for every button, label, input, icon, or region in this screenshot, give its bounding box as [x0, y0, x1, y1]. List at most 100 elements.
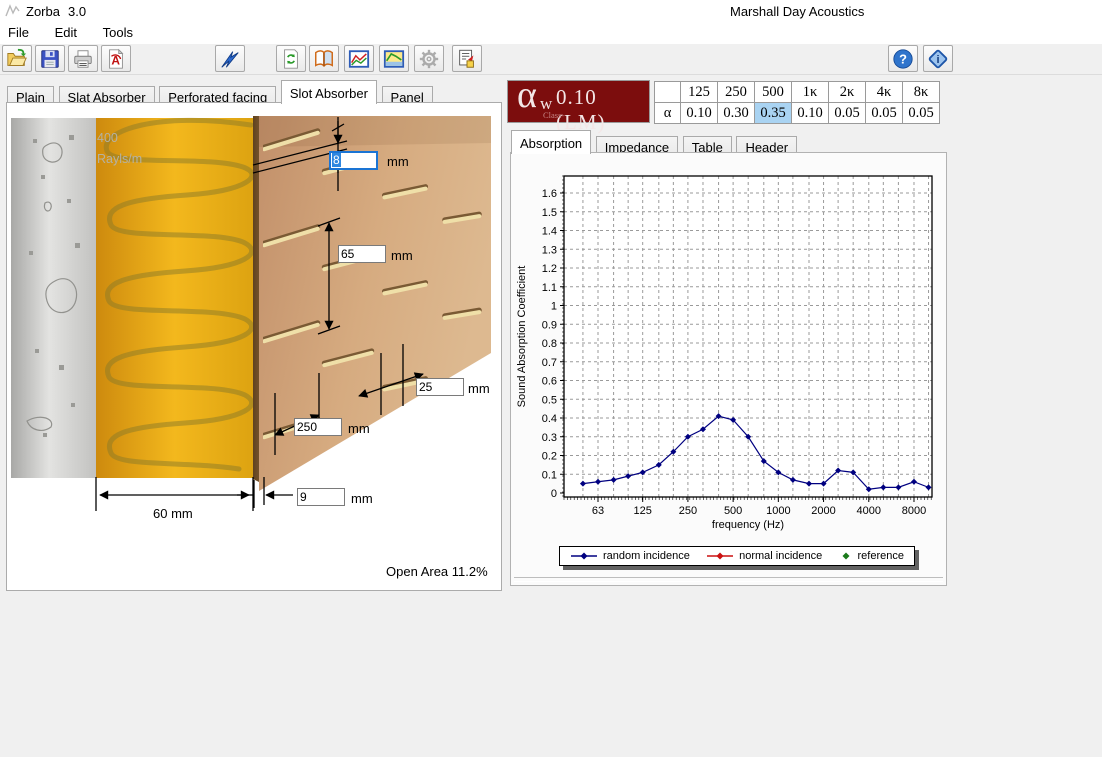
copy-report-button[interactable]	[452, 45, 482, 72]
svg-text:1.5: 1.5	[542, 207, 557, 219]
chart-view-button[interactable]	[379, 45, 409, 72]
print-icon	[72, 48, 94, 70]
title-bar: Zorba 3.0 Marshall Day Acoustics	[0, 0, 1102, 22]
menu-tools[interactable]: Tools	[92, 22, 144, 44]
svg-text:0.7: 0.7	[542, 357, 557, 369]
svg-text:frequency (Hz): frequency (Hz)	[712, 519, 784, 531]
open-area-label: Open Area 11.2%	[386, 564, 488, 579]
about-button[interactable]: i	[923, 45, 953, 72]
open-button[interactable]	[2, 45, 32, 72]
slot-col-spacing-unit: mm	[348, 421, 370, 436]
panel-groove	[514, 577, 943, 582]
gear-icon	[418, 48, 440, 70]
book-icon	[313, 48, 335, 70]
help-button[interactable]: ?	[888, 45, 918, 72]
window-version: 3.0	[68, 4, 86, 19]
toolbar: A	[0, 44, 1102, 75]
panel-thickness-input[interactable]: 9	[297, 488, 345, 506]
construction-diagram-panel: 400 Rayls/m 8 mm 65 mm 25 mm 250 mm 9 mm…	[6, 102, 502, 591]
chart-legend: random incidence normal incidence referenc…	[559, 546, 915, 566]
svg-text:250: 250	[679, 505, 697, 517]
chart-area-icon	[383, 48, 405, 70]
svg-text:1.6: 1.6	[542, 188, 557, 200]
svg-text:?: ?	[899, 51, 907, 66]
class-label: Class-	[543, 110, 564, 120]
settings-button[interactable]	[414, 45, 444, 72]
info-diamond-icon: i	[927, 48, 949, 70]
absorber-layer	[96, 118, 253, 478]
svg-text:63: 63	[592, 505, 604, 517]
svg-text:2000: 2000	[811, 505, 835, 517]
absorption-chart: 00.10.20.30.40.50.60.70.80.911.11.21.31.…	[511, 153, 946, 585]
pdf-icon: A	[105, 48, 127, 70]
alpha-w-value: 0.10 (LM)	[556, 85, 649, 135]
svg-text:0.3: 0.3	[542, 432, 557, 444]
svg-text:0.9: 0.9	[542, 319, 557, 331]
svg-text:125: 125	[634, 505, 652, 517]
menu-edit[interactable]: Edit	[44, 22, 88, 44]
slot-width-unit: mm	[387, 154, 409, 169]
svg-text:500: 500	[724, 505, 742, 517]
app-icon	[5, 4, 20, 21]
zorba-window: Zorba 3.0 Marshall Day Acoustics File Ed…	[0, 0, 1102, 774]
refresh-button[interactable]	[276, 45, 306, 72]
slot-length-input[interactable]: 25	[416, 378, 464, 396]
svg-text:0.8: 0.8	[542, 338, 557, 350]
svg-text:1.1: 1.1	[542, 282, 557, 294]
slot-length-unit: mm	[468, 381, 490, 396]
svg-text:i: i	[936, 54, 939, 66]
chart-lines-icon	[348, 48, 370, 70]
help-icon: ?	[892, 48, 914, 70]
frequency-header-row: 125 250 500 1κ 2κ 4κ 8κ	[655, 82, 940, 103]
flow-resistivity-label: 400 Rayls/m	[97, 128, 142, 170]
legend-item-2: reference	[839, 550, 904, 562]
bottom-strip	[0, 757, 1102, 774]
slot-width-input[interactable]: 8	[329, 151, 378, 170]
save-icon	[39, 48, 61, 70]
alpha-values-row: α 0.10 0.30 0.35 0.10 0.05 0.05 0.05	[655, 103, 940, 124]
svg-text:0: 0	[551, 488, 557, 500]
svg-text:1.3: 1.3	[542, 244, 557, 256]
copy-report-icon	[456, 48, 478, 70]
company-name: Marshall Day Acoustics	[730, 4, 864, 19]
svg-text:1: 1	[551, 301, 557, 313]
panel-thickness-unit: mm	[351, 491, 373, 506]
slot-absorber-diagram	[7, 103, 501, 590]
coefficient-table: 125 250 500 1κ 2κ 4κ 8κ α 0.10 0.30 0.35…	[654, 81, 940, 124]
legend-item-0: random incidence	[570, 550, 690, 562]
legend-label: reference	[858, 550, 904, 562]
svg-text:0.6: 0.6	[542, 376, 557, 388]
chart-compare-button[interactable]	[344, 45, 374, 72]
refresh-icon	[280, 48, 302, 70]
highlighted-cell: 0.35	[755, 103, 792, 124]
calculate-button[interactable]	[215, 45, 245, 72]
pdf-export-button[interactable]: A	[101, 45, 131, 72]
menu-bar: File Edit Tools	[0, 22, 1102, 44]
concrete-layer	[11, 118, 96, 478]
svg-text:1.4: 1.4	[542, 226, 557, 238]
tab-absorption[interactable]: Absorption	[511, 130, 591, 154]
legend-label: random incidence	[603, 550, 690, 562]
svg-text:8000: 8000	[902, 505, 926, 517]
materials-button[interactable]	[309, 45, 339, 72]
svg-text:0.2: 0.2	[542, 451, 557, 463]
tab-slot-absorber[interactable]: Slot Absorber	[281, 80, 377, 104]
alpha-symbol: α	[517, 73, 537, 117]
window-title: Zorba	[26, 4, 60, 19]
svg-text:0.4: 0.4	[542, 413, 557, 425]
svg-text:1.2: 1.2	[542, 263, 557, 275]
menu-file[interactable]: File	[0, 22, 40, 44]
legend-label: normal incidence	[739, 550, 822, 562]
slot-row-spacing-unit: mm	[391, 248, 413, 263]
alpha-w-result-box: α w 0.10 (LM) Class-	[507, 80, 650, 123]
svg-text:Sound Absorption Coefficient: Sound Absorption Coefficient	[516, 266, 528, 408]
absorption-chart-panel: 00.10.20.30.40.50.60.70.80.911.11.21.31.…	[510, 152, 947, 586]
open-folder-icon	[6, 48, 28, 70]
slot-row-spacing-input[interactable]: 65	[338, 245, 386, 263]
slot-col-spacing-input[interactable]: 250	[294, 418, 342, 436]
svg-text:4000: 4000	[857, 505, 881, 517]
lightning-icon	[219, 48, 241, 70]
print-button[interactable]	[68, 45, 98, 72]
svg-text:0.5: 0.5	[542, 394, 557, 406]
save-button[interactable]	[35, 45, 65, 72]
